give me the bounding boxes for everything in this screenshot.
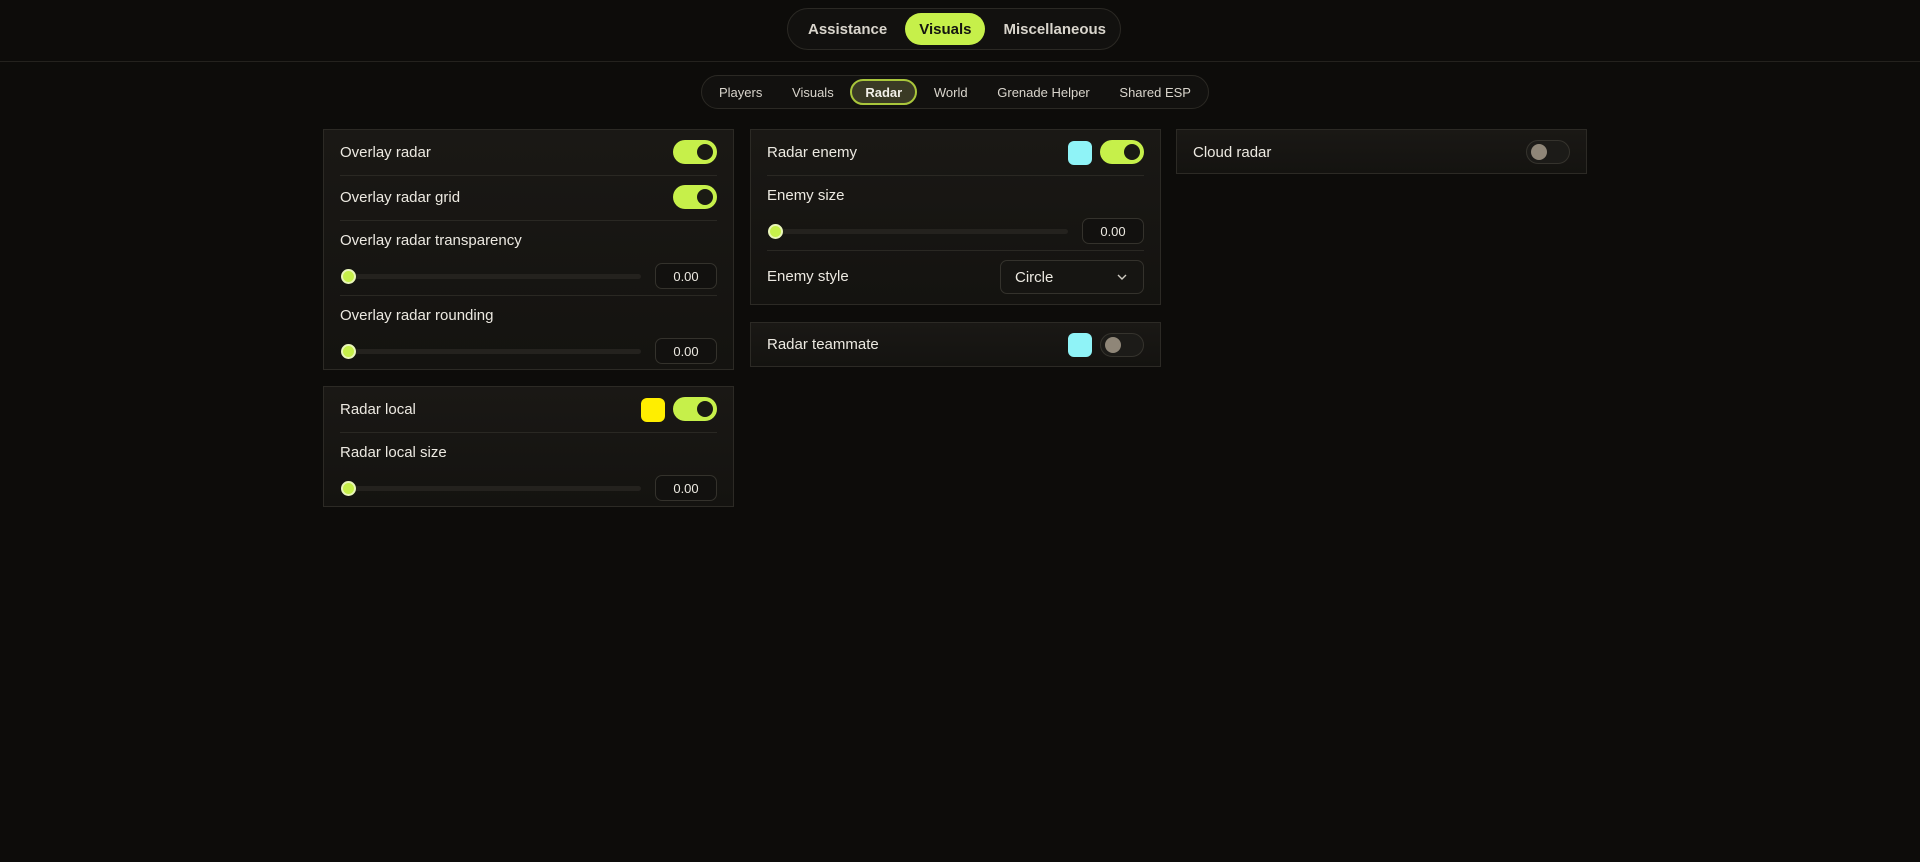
cloud-radar-toggle[interactable] <box>1526 140 1570 164</box>
overlay-radar-transparency-label: Overlay radar transparency <box>340 232 522 249</box>
toggle-knob <box>697 144 713 160</box>
radar-local-toggle[interactable] <box>673 397 717 421</box>
radar-teammate-panel: Radar teammate <box>750 322 1161 367</box>
overlay-radar-row: Overlay radar <box>324 130 733 175</box>
subtab-players[interactable]: Players <box>706 79 775 105</box>
enemy-style-label: Enemy style <box>767 268 849 285</box>
enemy-size-row: Enemy size 0.00 <box>751 175 1160 250</box>
radar-teammate-toggle[interactable] <box>1100 333 1144 357</box>
radar-local-panel: Radar local Radar local size 0.00 <box>323 386 734 507</box>
cloud-radar-label: Cloud radar <box>1193 144 1272 161</box>
overlay-radar-rounding-value[interactable]: 0.00 <box>655 338 717 364</box>
toggle-knob <box>1531 144 1547 160</box>
slider-track <box>341 274 641 279</box>
subtab-visuals[interactable]: Visuals <box>779 79 847 105</box>
enemy-style-dropdown[interactable]: Circle <box>1000 260 1144 294</box>
slider-thumb[interactable] <box>341 269 356 284</box>
toggle-knob <box>1124 144 1140 160</box>
enemy-style-row: Enemy style Circle <box>751 250 1160 305</box>
radar-local-size-row: Radar local size 0.00 <box>324 432 733 507</box>
tab-assistance[interactable]: Assistance <box>794 13 901 45</box>
subtab-grenade-helper[interactable]: Grenade Helper <box>984 79 1103 105</box>
slider-thumb[interactable] <box>768 224 783 239</box>
toggle-knob <box>697 189 713 205</box>
radar-teammate-label: Radar teammate <box>767 336 879 353</box>
slider-track <box>768 229 1068 234</box>
overlay-radar-rounding-row: Overlay radar rounding 0.00 <box>324 295 733 370</box>
enemy-size-value[interactable]: 0.00 <box>1082 218 1144 244</box>
radar-local-row: Radar local <box>324 387 733 432</box>
top-navigation-bar: Assistance Visuals Miscellaneous <box>0 0 1920 62</box>
chevron-down-icon <box>1117 274 1127 280</box>
overlay-radar-grid-row: Overlay radar grid <box>324 175 733 220</box>
cloud-radar-row: Cloud radar <box>1177 130 1586 175</box>
overlay-radar-grid-label: Overlay radar grid <box>340 189 461 206</box>
radar-local-label: Radar local <box>340 401 416 418</box>
radar-teammate-color-swatch[interactable] <box>1068 333 1092 357</box>
subtab-radar[interactable]: Radar <box>850 79 918 105</box>
tab-visuals[interactable]: Visuals <box>905 13 986 45</box>
enemy-size-slider[interactable] <box>768 223 1068 239</box>
radar-enemy-toggle[interactable] <box>1100 140 1144 164</box>
sub-tab-bar: Players Visuals Radar World Grenade Help… <box>701 75 1209 109</box>
subtab-world[interactable]: World <box>921 79 981 105</box>
radar-enemy-panel: Radar enemy Enemy size 0.00 Enemy style … <box>750 129 1161 305</box>
toggle-knob <box>1105 337 1121 353</box>
slider-thumb[interactable] <box>341 481 356 496</box>
tab-miscellaneous[interactable]: Miscellaneous <box>989 13 1120 45</box>
radar-local-size-value[interactable]: 0.00 <box>655 475 717 501</box>
slider-thumb[interactable] <box>341 344 356 359</box>
toggle-knob <box>697 401 713 417</box>
overlay-radar-rounding-label: Overlay radar rounding <box>340 307 494 324</box>
radar-enemy-row: Radar enemy <box>751 130 1160 175</box>
overlay-radar-transparency-value[interactable]: 0.00 <box>655 263 717 289</box>
overlay-radar-transparency-slider[interactable] <box>341 268 641 284</box>
radar-enemy-label: Radar enemy <box>767 144 858 161</box>
enemy-size-label: Enemy size <box>767 187 845 204</box>
subtab-shared-esp[interactable]: Shared ESP <box>1106 79 1204 105</box>
radar-local-size-slider[interactable] <box>341 480 641 496</box>
cloud-radar-panel: Cloud radar <box>1176 129 1587 174</box>
radar-local-color-swatch[interactable] <box>641 398 665 422</box>
radar-enemy-color-swatch[interactable] <box>1068 141 1092 165</box>
overlay-radar-toggle[interactable] <box>673 140 717 164</box>
overlay-radar-panel: Overlay radar Overlay radar grid Overlay… <box>323 129 734 370</box>
main-tab-bar: Assistance Visuals Miscellaneous <box>787 8 1121 50</box>
overlay-radar-rounding-slider[interactable] <box>341 343 641 359</box>
overlay-radar-grid-toggle[interactable] <box>673 185 717 209</box>
overlay-radar-label: Overlay radar <box>340 144 431 161</box>
radar-teammate-row: Radar teammate <box>751 323 1160 368</box>
enemy-style-selected: Circle <box>1015 268 1054 286</box>
slider-track <box>341 349 641 354</box>
overlay-radar-transparency-row: Overlay radar transparency 0.00 <box>324 220 733 295</box>
radar-local-size-label: Radar local size <box>340 444 447 461</box>
slider-track <box>341 486 641 491</box>
